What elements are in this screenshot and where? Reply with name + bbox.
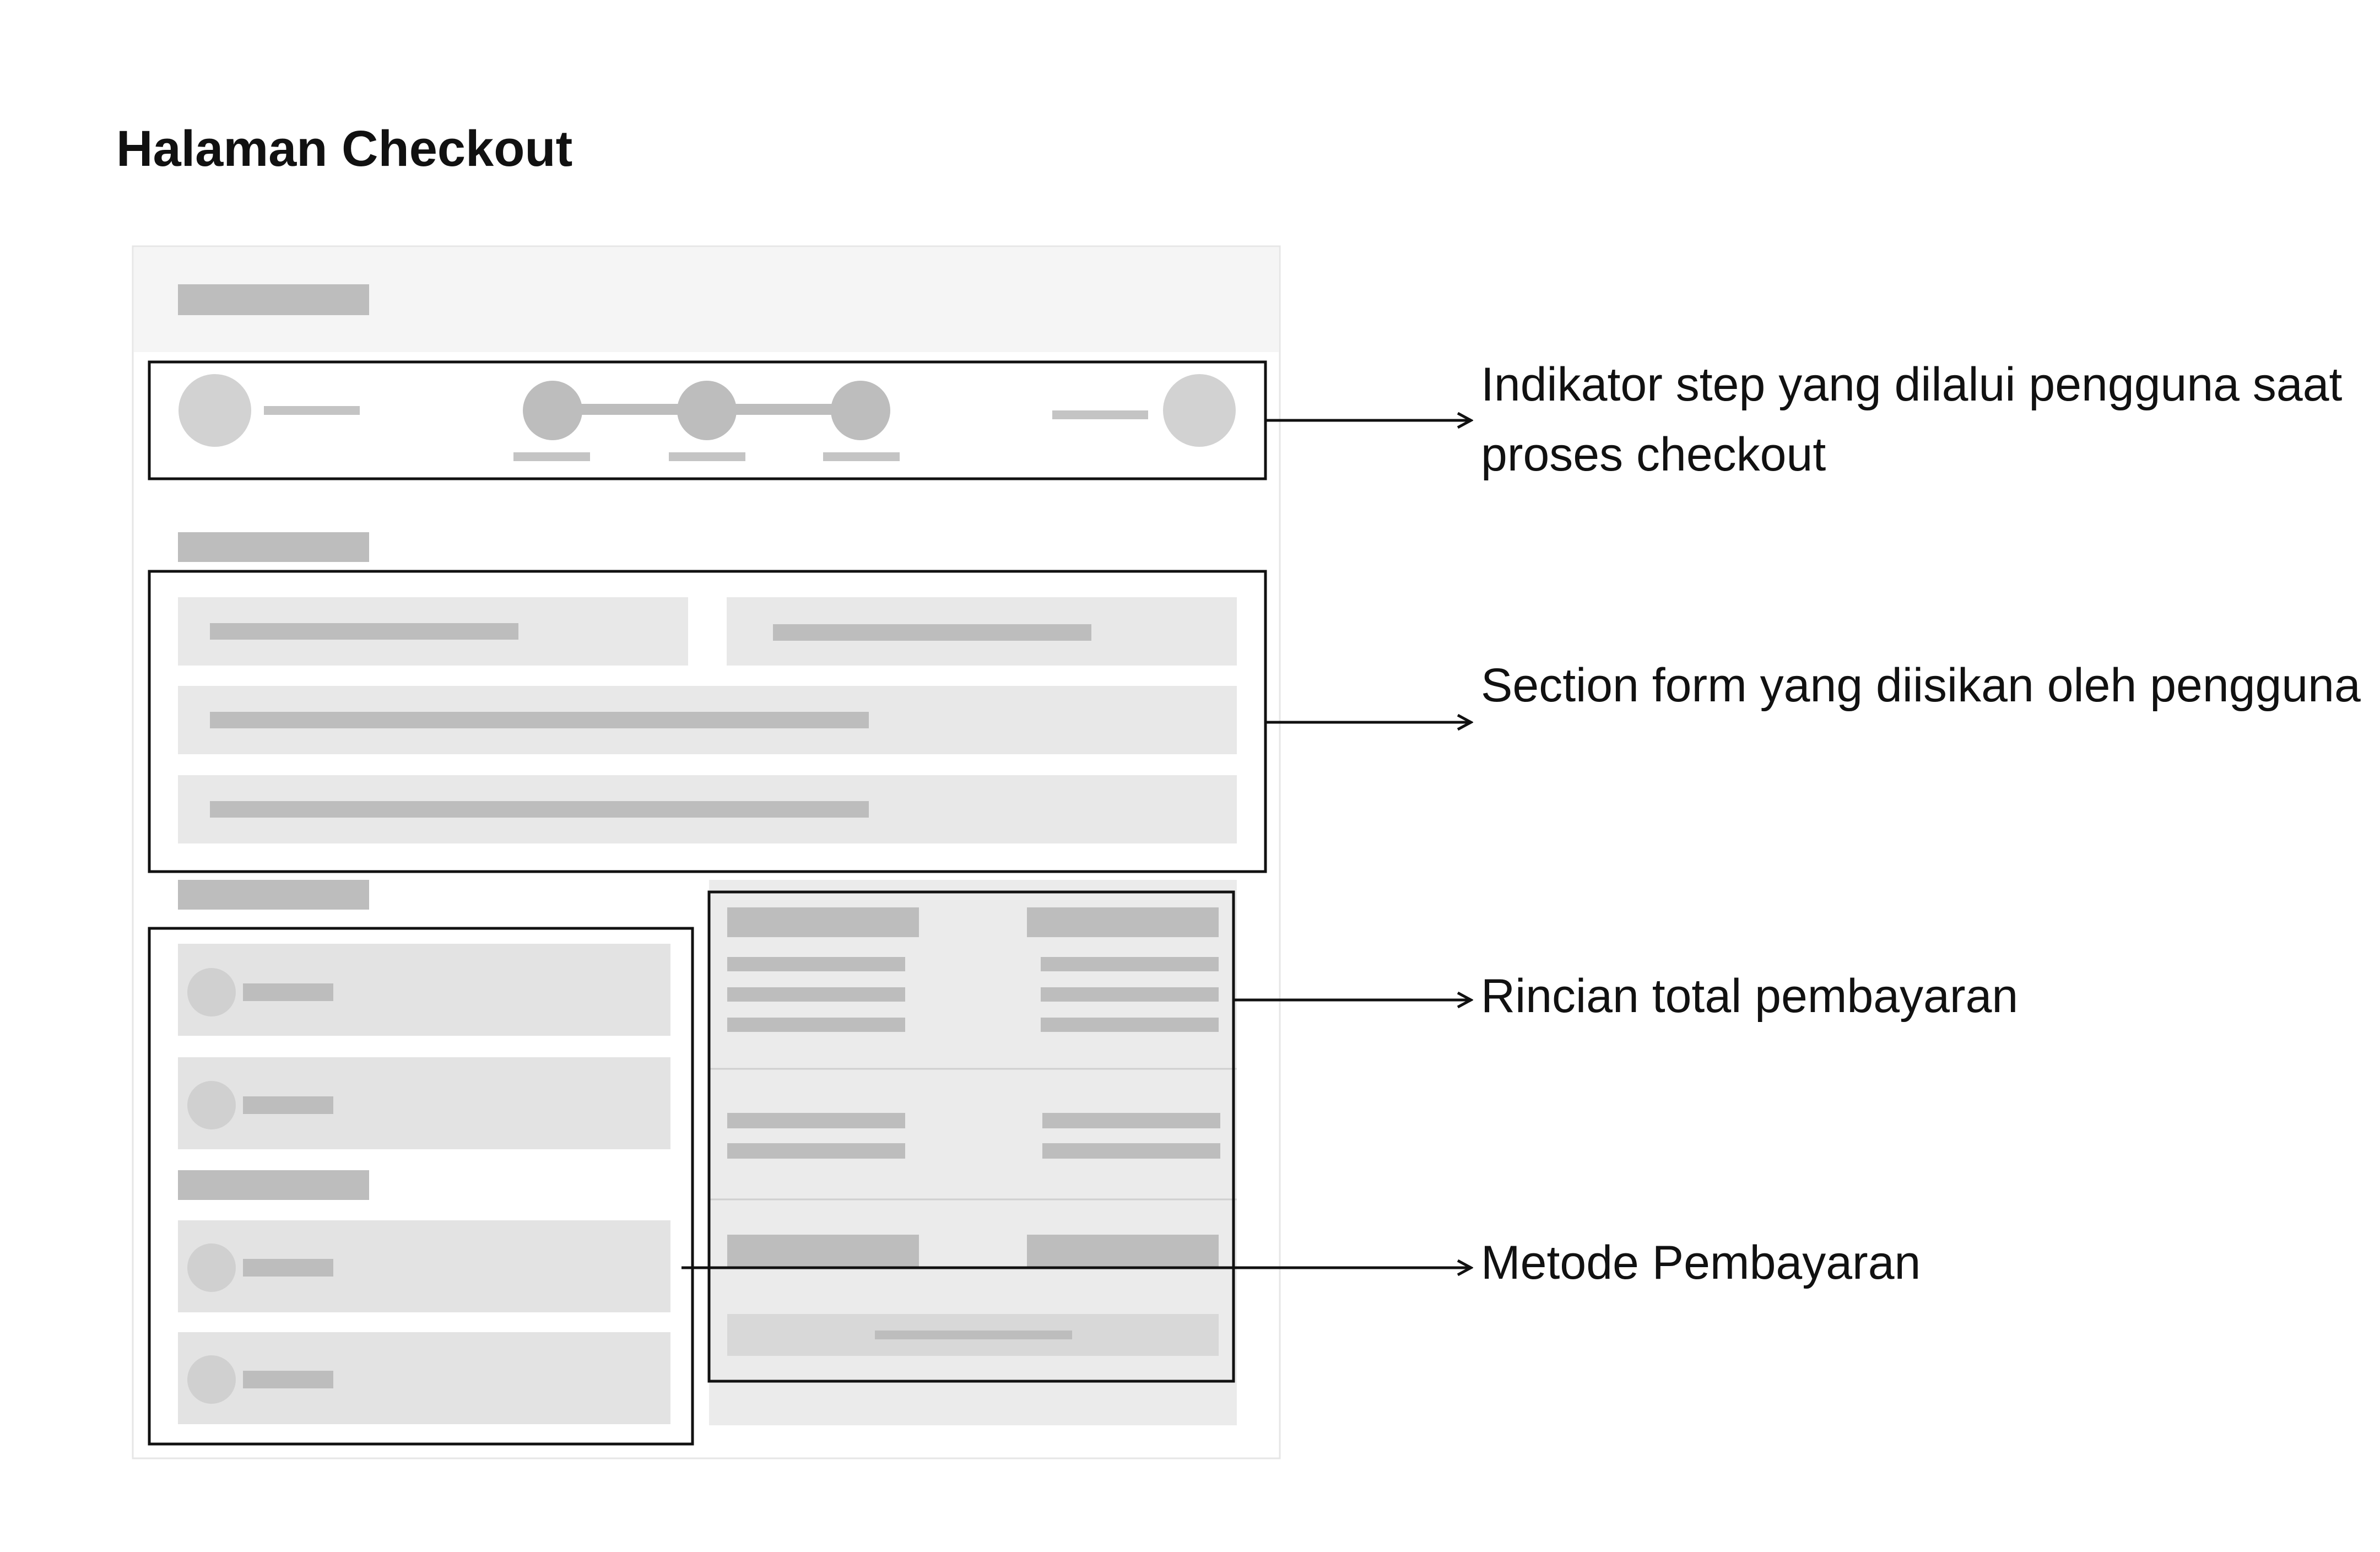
back-avatar-placeholder — [178, 374, 251, 447]
annotation-payment-summary: Rincian total pembayaran — [1481, 970, 2019, 1023]
step-2-dot — [677, 381, 737, 440]
payment-summary-section — [707, 880, 1237, 1425]
profile-avatar-placeholder — [1163, 374, 1236, 447]
header-logo-placeholder — [178, 284, 369, 315]
checkout-wireframe-diagram — [132, 245, 2380, 1459]
payment-subheading-placeholder — [178, 1170, 369, 1200]
annotation-step-indicator: Indikator step yang dilalui pengguna saa… — [1481, 358, 2343, 481]
step-3-dot — [831, 381, 890, 440]
payment-heading-placeholder — [178, 880, 369, 910]
annotation-payment-method: Metode Pembayaran — [1481, 1236, 1921, 1289]
step-1-dot — [523, 381, 582, 440]
annotation-form-section: Section form yang diisikan oleh pengguna — [1481, 659, 2361, 712]
form-section-heading-placeholder — [178, 532, 369, 562]
